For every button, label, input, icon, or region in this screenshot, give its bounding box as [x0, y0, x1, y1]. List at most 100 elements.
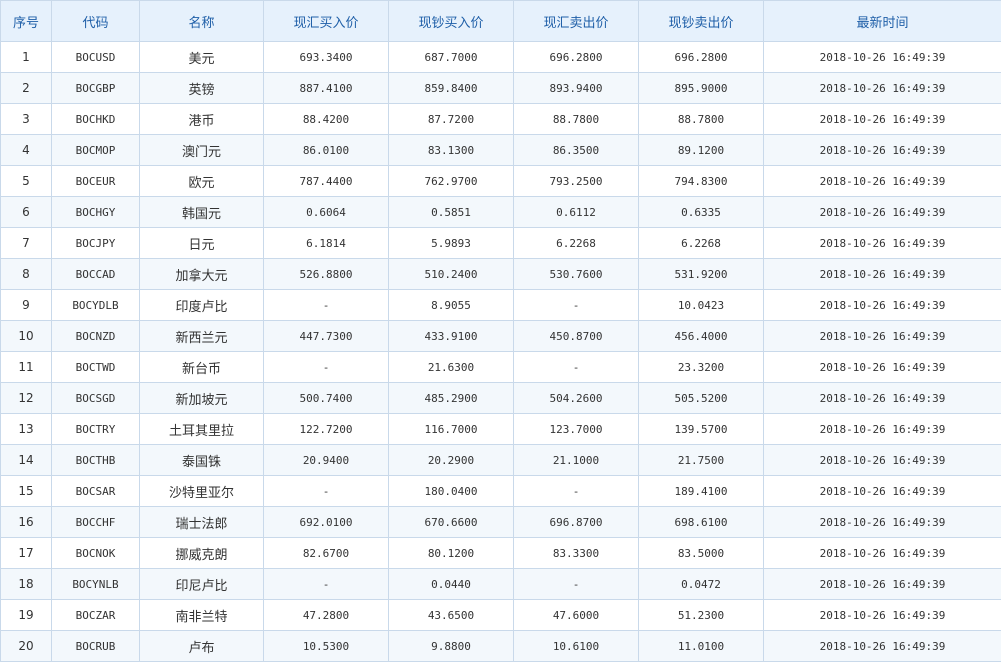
cell-index: 16: [0, 506, 52, 538]
cell-spot-sell: 696.8700: [513, 506, 639, 538]
cell-currency-name: 瑞士法郎: [139, 506, 264, 538]
cell-spot-buy: 447.7300: [263, 320, 389, 352]
cell-latest-time: 2018-10-26 16:49:39: [763, 258, 1001, 290]
table-row[interactable]: 2 BOCGBP 英镑 887.4100 859.8400 893.9400 895.900…: [0, 72, 1001, 104]
cell-spot-buy: 887.4100: [263, 72, 389, 104]
table-row[interactable]: 5 BOCEUR 欧元 787.4400 762.9700 793.2500 794.830…: [0, 165, 1001, 197]
table-row[interactable]: 7 BOCJPY 日元 6.1814 5.9893 6.2268 6.2268 2018-10…: [0, 227, 1001, 259]
cell-spot-sell: 450.8700: [513, 320, 639, 352]
cell-latest-time: 2018-10-26 16:49:39: [763, 351, 1001, 383]
cell-index: 4: [0, 134, 52, 166]
cell-spot-sell: -: [513, 568, 639, 600]
cell-cash-sell: 0.6335: [638, 196, 764, 228]
cell-cash-sell: 531.9200: [638, 258, 764, 290]
cell-latest-time: 2018-10-26 16:49:39: [763, 165, 1001, 197]
cell-cash-sell: 895.9000: [638, 72, 764, 104]
header-code[interactable]: 代码: [51, 0, 140, 42]
cell-code: BOCSGD: [51, 382, 140, 414]
table-row[interactable]: 8 BOCCAD 加拿大元 526.8800 510.2400 530.7600 531.9…: [0, 258, 1001, 290]
cell-spot-sell: 793.2500: [513, 165, 639, 197]
cell-currency-name: 南非兰特: [139, 599, 264, 631]
exchange-rate-table: 序号 代码 名称 现汇买入价 现钞买入价 现汇卖出价 现钞卖出价 最新时间 1B…: [0, 0, 1001, 662]
cell-latest-time: 2018-10-26 16:49:39: [763, 320, 1001, 352]
table-row[interactable]: 18 BOCYNLB 印尼卢比 -0.0440-0.0472 2018-10-26 16…: [0, 568, 1001, 600]
cell-cash-buy: 9.8800: [388, 630, 514, 662]
table-row[interactable]: 17 BOCNOK 挪威克朗 82.6700 80.1200 83.3300 83.5000…: [0, 537, 1001, 569]
table-header: 序号 代码 名称 现汇买入价 现钞买入价 现汇卖出价 现钞卖出价 最新时间: [0, 0, 1001, 42]
table-row[interactable]: 10 BOCNZD 新西兰元 447.7300 433.9100 450.8700 456.…: [0, 320, 1001, 352]
header-name[interactable]: 名称: [139, 0, 264, 42]
cell-spot-buy: -: [263, 289, 389, 321]
table-row[interactable]: 14 BOCTHB 泰国铢 20.9400 20.2900 21.1000 21.7500 2…: [0, 444, 1001, 476]
cell-spot-buy: -: [263, 475, 389, 507]
table-row[interactable]: 12 BOCSGD 新加坡元 500.7400 485.2900 504.2600 505.…: [0, 382, 1001, 414]
cell-spot-buy: 787.4400: [263, 165, 389, 197]
table-row[interactable]: 19 BOCZAR 南非兰特 47.2800 43.6500 47.6000 51.2300…: [0, 599, 1001, 631]
cell-spot-sell: 504.2600: [513, 382, 639, 414]
header-spot-buy[interactable]: 现汇买入价: [263, 0, 389, 42]
cell-cash-sell: 51.2300: [638, 599, 764, 631]
cell-latest-time: 2018-10-26 16:49:39: [763, 41, 1001, 73]
cell-currency-name: 日元: [139, 227, 264, 259]
header-cash-sell[interactable]: 现钞卖出价: [638, 0, 764, 42]
cell-spot-sell: 696.2800: [513, 41, 639, 73]
table-row[interactable]: 20 BOCRUB 卢布 10.5300 9.8800 10.6100 11.0100 201…: [0, 630, 1001, 662]
cell-cash-buy: 83.1300: [388, 134, 514, 166]
cell-cash-sell: 456.4000: [638, 320, 764, 352]
table-row[interactable]: 4 BOCMOP 澳门元 86.0100 83.1300 86.3500 89.1200 20…: [0, 134, 1001, 166]
cell-code: BOCHGY: [51, 196, 140, 228]
table-row[interactable]: 13 BOCTRY 土耳其里拉 122.7200 116.7000 123.7000 139…: [0, 413, 1001, 445]
cell-cash-sell: 696.2800: [638, 41, 764, 73]
cell-spot-buy: 500.7400: [263, 382, 389, 414]
cell-cash-sell: 21.7500: [638, 444, 764, 476]
cell-cash-sell: 505.5200: [638, 382, 764, 414]
header-latest-time[interactable]: 最新时间: [763, 0, 1001, 42]
table-row[interactable]: 1 BOCUSD 美元 693.3400 687.7000 696.2800 696.280…: [0, 41, 1001, 73]
cell-cash-buy: 510.2400: [388, 258, 514, 290]
cell-index: 1: [0, 41, 52, 73]
table-row[interactable]: 3 BOCHKD 港币 88.4200 87.7200 88.7800 88.7800 201…: [0, 103, 1001, 135]
table-row[interactable]: 11 BOCTWD 新台币 -21.6300-23.3200 2018-10-26 16…: [0, 351, 1001, 383]
cell-code: BOCGBP: [51, 72, 140, 104]
cell-index: 7: [0, 227, 52, 259]
cell-cash-buy: 80.1200: [388, 537, 514, 569]
cell-index: 3: [0, 103, 52, 135]
cell-cash-sell: 6.2268: [638, 227, 764, 259]
cell-code: BOCSAR: [51, 475, 140, 507]
cell-latest-time: 2018-10-26 16:49:39: [763, 444, 1001, 476]
cell-spot-buy: 47.2800: [263, 599, 389, 631]
cell-index: 17: [0, 537, 52, 569]
table-row[interactable]: 16 BOCCHF 瑞士法郎 692.0100 670.6600 696.8700 698.…: [0, 506, 1001, 538]
cell-spot-sell: -: [513, 289, 639, 321]
cell-spot-sell: 6.2268: [513, 227, 639, 259]
cell-currency-name: 韩国元: [139, 196, 264, 228]
table-row[interactable]: 9 BOCYDLB 印度卢比 -8.9055-10.0423 2018-10-26 16…: [0, 289, 1001, 321]
cell-cash-buy: 8.9055: [388, 289, 514, 321]
cell-cash-buy: 21.6300: [388, 351, 514, 383]
cell-code: BOCTRY: [51, 413, 140, 445]
table-row[interactable]: 6 BOCHGY 韩国元 0.6064 0.5851 0.6112 0.6335 2018-1…: [0, 196, 1001, 228]
cell-code: BOCNZD: [51, 320, 140, 352]
cell-latest-time: 2018-10-26 16:49:39: [763, 196, 1001, 228]
cell-index: 14: [0, 444, 52, 476]
cell-currency-name: 新西兰元: [139, 320, 264, 352]
cell-spot-sell: 88.7800: [513, 103, 639, 135]
header-cash-buy[interactable]: 现钞买入价: [388, 0, 514, 42]
cell-currency-name: 澳门元: [139, 134, 264, 166]
header-spot-sell[interactable]: 现汇卖出价: [513, 0, 639, 42]
cell-code: BOCCHF: [51, 506, 140, 538]
cell-cash-buy: 762.9700: [388, 165, 514, 197]
cell-latest-time: 2018-10-26 16:49:39: [763, 289, 1001, 321]
cell-cash-sell: 794.8300: [638, 165, 764, 197]
header-index[interactable]: 序号: [0, 0, 52, 42]
cell-index: 9: [0, 289, 52, 321]
cell-spot-buy: 20.9400: [263, 444, 389, 476]
cell-spot-buy: -: [263, 568, 389, 600]
cell-latest-time: 2018-10-26 16:49:39: [763, 103, 1001, 135]
cell-index: 13: [0, 413, 52, 445]
cell-latest-time: 2018-10-26 16:49:39: [763, 475, 1001, 507]
cell-spot-sell: 0.6112: [513, 196, 639, 228]
cell-spot-buy: 692.0100: [263, 506, 389, 538]
table-row[interactable]: 15 BOCSAR 沙特里亚尔 -180.0400-189.4100 2018-10-2…: [0, 475, 1001, 507]
cell-code: BOCRUB: [51, 630, 140, 662]
